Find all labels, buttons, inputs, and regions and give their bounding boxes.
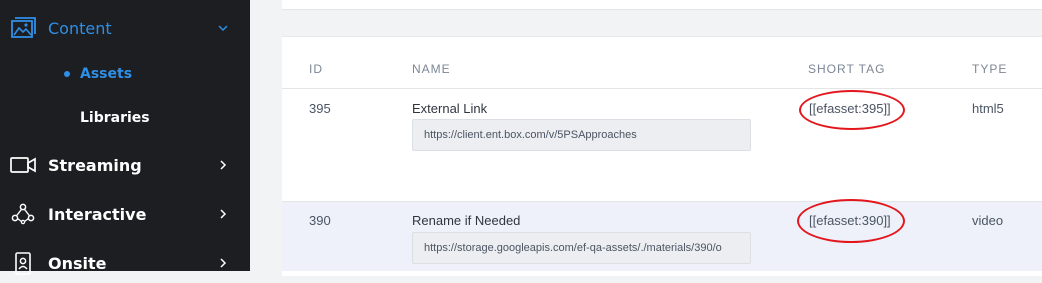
row-id: 390 [309, 213, 331, 228]
column-header-name[interactable]: NAME [412, 62, 451, 76]
sidebar: Content Assets Libraries Streaming Inter… [0, 0, 250, 275]
column-header-type[interactable]: TYPE [972, 62, 1007, 76]
sidebar-subitem-label: Libraries [80, 110, 150, 126]
badge-icon [15, 252, 31, 275]
network-icon [11, 203, 35, 225]
url-field[interactable]: https://storage.googleapis.com/ef-qa-ass… [412, 232, 751, 264]
chevron-down-icon[interactable] [216, 21, 230, 35]
active-dot [64, 71, 70, 77]
row-name: Rename if Needed [412, 213, 521, 228]
row-type: html5 [972, 101, 1004, 116]
sidebar-item-label: Interactive [48, 204, 147, 224]
column-header-short-tag[interactable]: SHORT TAG [808, 62, 885, 76]
row-id: 395 [309, 101, 331, 116]
highlight-circle [799, 90, 905, 130]
sidebar-item-label: Content [48, 18, 112, 38]
column-header-id[interactable]: ID [309, 62, 323, 76]
highlight-circle [797, 199, 905, 243]
url-field[interactable]: https://client.ent.box.com/v/5PSApproach… [412, 119, 751, 151]
sidebar-subitem-assets[interactable]: Assets [0, 59, 250, 89]
image-gallery-icon [11, 17, 36, 38]
sidebar-item-onsite[interactable]: Onsite [0, 243, 250, 283]
sidebar-item-label: Streaming [48, 155, 142, 175]
header-divider [282, 88, 1042, 89]
video-camera-icon [10, 157, 36, 173]
sidebar-subitem-label: Assets [80, 66, 133, 82]
chevron-right-icon[interactable] [216, 158, 230, 172]
top-card [282, 0, 1042, 10]
row-name: External Link [412, 101, 488, 116]
sidebar-item-interactive[interactable]: Interactive [0, 194, 250, 234]
chevron-right-icon[interactable] [216, 207, 230, 221]
sidebar-item-streaming[interactable]: Streaming [0, 145, 250, 185]
sidebar-item-content[interactable]: Content [0, 8, 250, 48]
chevron-right-icon[interactable] [216, 256, 230, 270]
sidebar-subitem-libraries[interactable]: Libraries [0, 103, 250, 133]
row-type: video [972, 213, 1004, 228]
sidebar-item-label: Onsite [48, 253, 107, 273]
